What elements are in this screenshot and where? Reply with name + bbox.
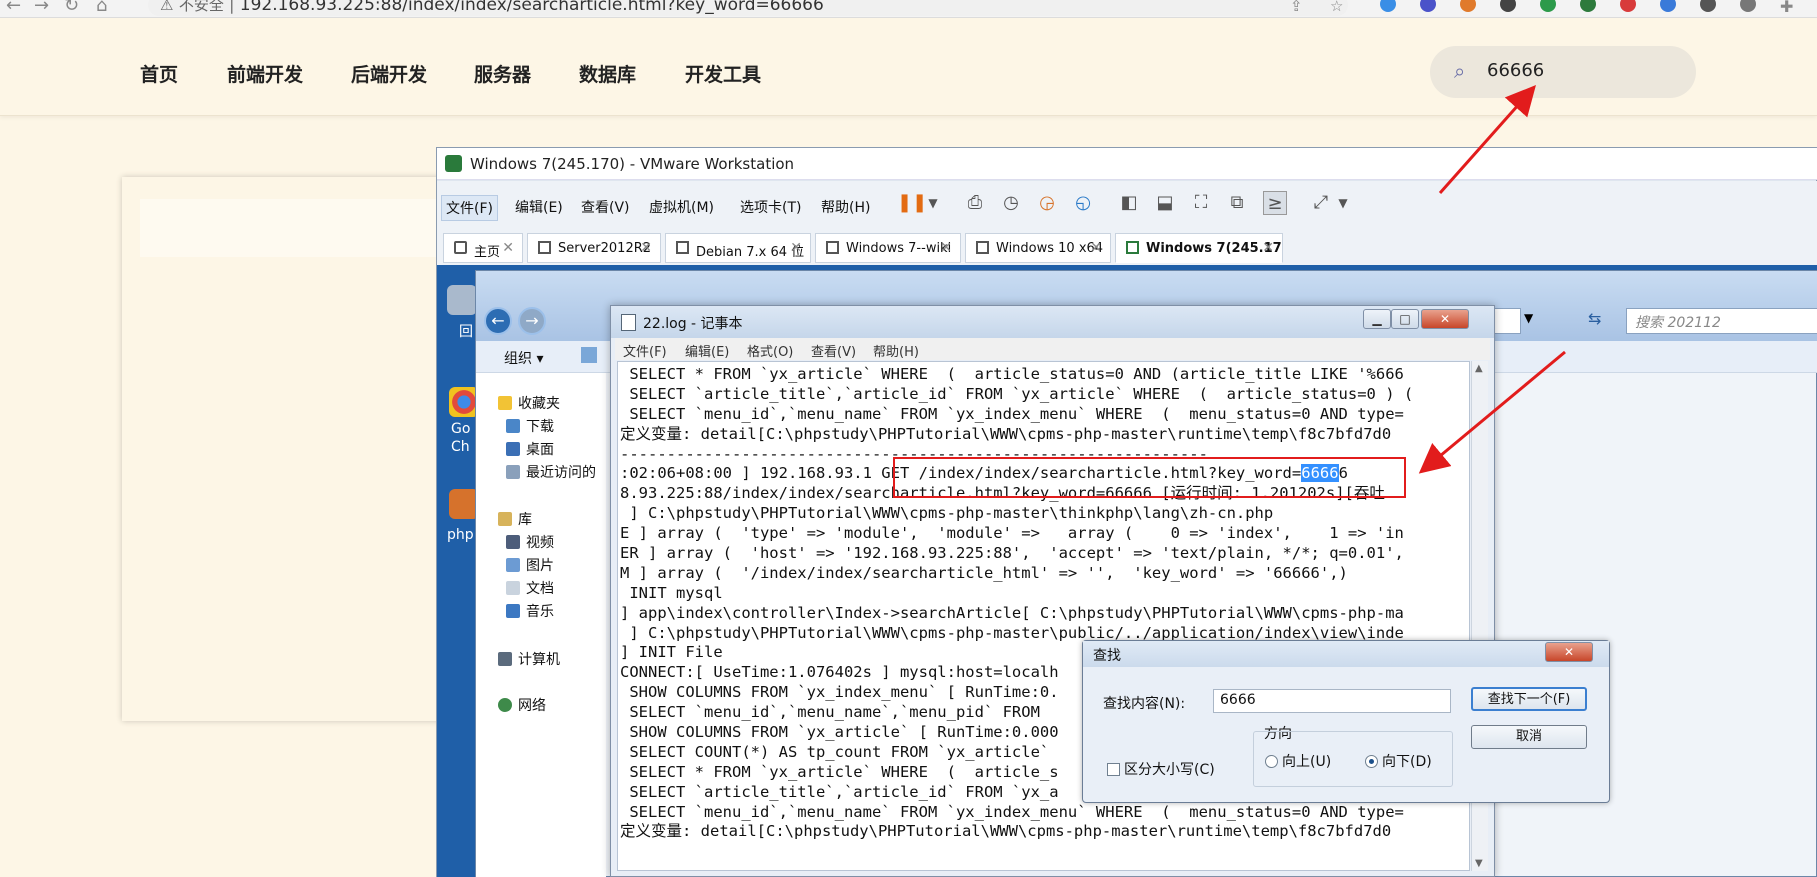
arrow-to-log-match [1418, 350, 1566, 474]
annotation-arrows [1418, 85, 1566, 474]
arrow-to-search [1438, 85, 1536, 194]
